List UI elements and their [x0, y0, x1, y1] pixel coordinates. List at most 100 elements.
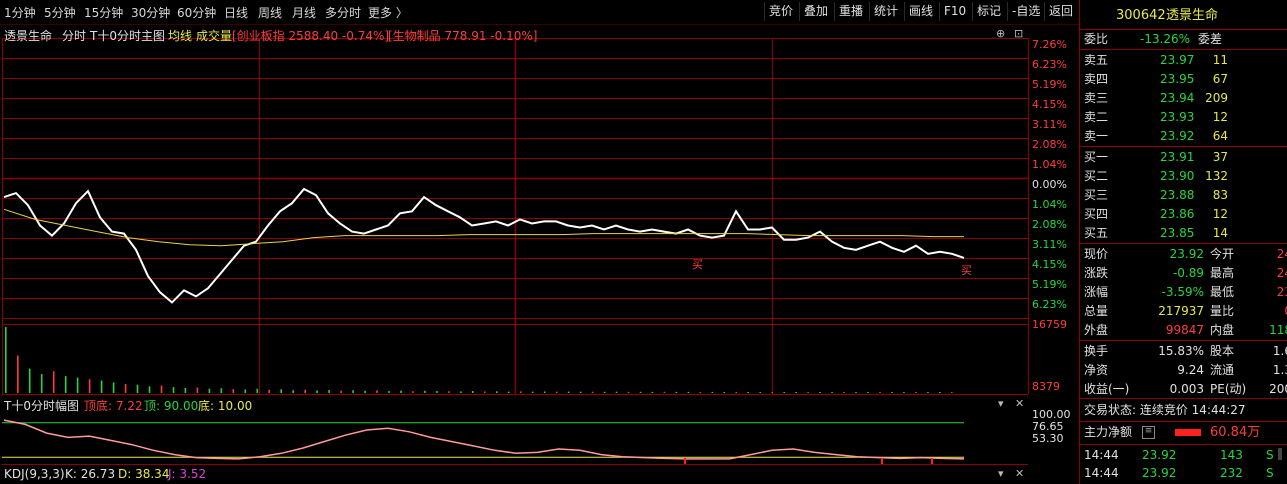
level-volume: 67	[1212, 72, 1228, 86]
fundamental-row[interactable]: 换手 15.83% 股本 1.6	[1080, 342, 1287, 361]
ask-level-row[interactable]: 卖一 23.92 64	[1080, 127, 1287, 146]
volume-bar	[891, 392, 893, 393]
level-price: 23.97	[1160, 53, 1195, 67]
tick-time: 14:44	[1084, 466, 1119, 480]
chart-canvas[interactable]	[0, 24, 1079, 484]
stat-label: 今开	[1210, 247, 1235, 261]
volume-bar	[304, 389, 306, 393]
auction-button[interactable]: 竞价	[764, 2, 797, 21]
weicha-label: 委差	[1198, 32, 1223, 46]
stat-row[interactable]: 外盘 99847 内盘 118	[1080, 321, 1287, 340]
close-icon[interactable]: ✕	[1015, 467, 1024, 480]
kdj-title[interactable]: KDJ(9,3,3)	[4, 467, 65, 481]
volume-bar	[507, 391, 510, 393]
volume-bar	[244, 389, 247, 393]
statistics-button[interactable]: 统计	[869, 2, 902, 21]
pct-tick-zero: 0.00%	[1032, 178, 1067, 191]
volume-bar	[591, 391, 594, 393]
volume-bar	[915, 392, 917, 393]
tick-row[interactable]: 14:44 23.92 143 S	[1080, 446, 1287, 465]
period-multi-intraday[interactable]: 多分时	[325, 4, 361, 21]
mark-button[interactable]: 标记	[972, 2, 1005, 21]
period-month[interactable]: 月线	[292, 4, 316, 21]
period-5min[interactable]: 5分钟	[44, 4, 76, 21]
board-index-gem[interactable]: [创业板指 2588.40 -0.74%]	[232, 27, 389, 44]
stat-row[interactable]: 现价 23.92 今开 24	[1080, 245, 1287, 264]
pct-tick: 4.15%	[1032, 98, 1067, 111]
stat-row[interactable]: 总量217937量比0	[1080, 302, 1287, 321]
buy-marker[interactable]: 买	[961, 262, 972, 278]
zoom-in-icon[interactable]: ⊕	[996, 27, 1005, 40]
main-flow-value: 60.84万	[1210, 425, 1261, 440]
add-watchlist-button[interactable]: -自选	[1007, 2, 1044, 21]
level-price: 23.85	[1160, 226, 1195, 240]
volume-bar	[855, 392, 857, 393]
volume-bar	[292, 390, 294, 393]
osc-title[interactable]: T十0分时幅图	[4, 397, 79, 414]
volume-bar	[268, 389, 270, 393]
fundamental-row[interactable]: 净资 9.24 流通 1.3	[1080, 361, 1287, 380]
close-icon[interactable]: ✕	[1015, 397, 1024, 410]
ask-level-row[interactable]: 卖五 23.97 11	[1080, 51, 1287, 70]
price-line	[3, 187, 965, 304]
ask-level-row[interactable]: 卖三 23.94 209	[1080, 89, 1287, 108]
volume-bar	[208, 388, 211, 393]
overlay-button[interactable]: 叠加	[799, 2, 832, 21]
stat-row[interactable]: 涨跌 -0.89 最高 24	[1080, 264, 1287, 283]
volume-bar	[639, 391, 642, 393]
replay-button[interactable]: 重播	[834, 2, 867, 21]
tick-volume: 143	[1220, 448, 1243, 462]
board-index-biotech[interactable]: [生物制品 778.91 -0.10%]	[388, 27, 537, 44]
volume-bar	[40, 374, 43, 393]
bid-level-row[interactable]: 买二 23.90 132	[1080, 167, 1287, 186]
list-icon[interactable]: ≡	[1142, 426, 1155, 439]
stat-value: 1.6	[1272, 344, 1287, 358]
period-week[interactable]: 周线	[258, 4, 282, 21]
ask-level-row[interactable]: 卖二 23.93 12	[1080, 108, 1287, 127]
volume-bar	[424, 390, 426, 393]
bid-level-row[interactable]: 买四 23.86 12	[1080, 205, 1287, 224]
level-label: 买五	[1084, 226, 1109, 240]
period-1min[interactable]: 1分钟	[4, 4, 36, 21]
stat-row[interactable]: 涨幅 -3.59% 最低 23	[1080, 283, 1287, 302]
volume-bar	[867, 392, 869, 393]
f10-button[interactable]: F10	[939, 2, 970, 21]
volume-bar	[531, 391, 534, 393]
back-button[interactable]: 返回	[1044, 2, 1077, 21]
tick-volume: 232	[1220, 466, 1243, 480]
period-day[interactable]: 日线	[224, 4, 248, 21]
volume-bar	[388, 391, 390, 393]
period-60min[interactable]: 60分钟	[177, 4, 216, 21]
main-flow-label: 主力净额	[1084, 425, 1133, 439]
pct-tick: 4.15%	[1032, 258, 1067, 271]
scrollbar[interactable]	[1278, 448, 1282, 460]
volume-bar	[496, 391, 498, 393]
tick-row[interactable]: 14:44 23.92 232 S	[1080, 464, 1287, 483]
bid-level-row[interactable]: 买三 23.88 83	[1080, 186, 1287, 205]
bid-level-row[interactable]: 买一 23.91 37	[1080, 148, 1287, 167]
level-price: 23.88	[1160, 188, 1195, 202]
draw-line-button[interactable]: 画线	[904, 2, 937, 21]
level-volume: 83	[1212, 188, 1228, 202]
period-15min[interactable]: 15分钟	[84, 4, 123, 21]
stat-label: 总量	[1084, 304, 1109, 318]
volume-bar	[52, 371, 55, 393]
pct-tick: 1.04%	[1032, 158, 1067, 171]
volume-bar	[771, 392, 773, 393]
collapse-down-icon[interactable]: ▾	[998, 397, 1004, 410]
buy-marker[interactable]: 买	[692, 256, 703, 272]
level-label: 买四	[1084, 207, 1109, 221]
level-volume: 11	[1212, 53, 1228, 67]
bid-level-row[interactable]: 买五 23.85 14	[1080, 224, 1287, 243]
volume-bar	[172, 387, 175, 393]
period-more[interactable]: 更多 〉	[368, 4, 408, 21]
main-flow-row[interactable]: 主力净额 ≡ 60.84万	[1080, 423, 1287, 442]
ask-level-row[interactable]: 卖四 23.95 67	[1080, 70, 1287, 89]
period-30min[interactable]: 30分钟	[131, 4, 170, 21]
collapse-down-icon[interactable]: ▾	[998, 467, 1004, 480]
chart-sub-mode[interactable]: T十0分时主图	[90, 27, 165, 44]
volume-bar	[579, 391, 582, 393]
fundamental-row[interactable]: 收益(一) 0.003 PE(动) 200	[1080, 380, 1287, 399]
volume-bar	[783, 392, 785, 393]
chart-settings-icon[interactable]: ⊡	[1014, 27, 1023, 40]
